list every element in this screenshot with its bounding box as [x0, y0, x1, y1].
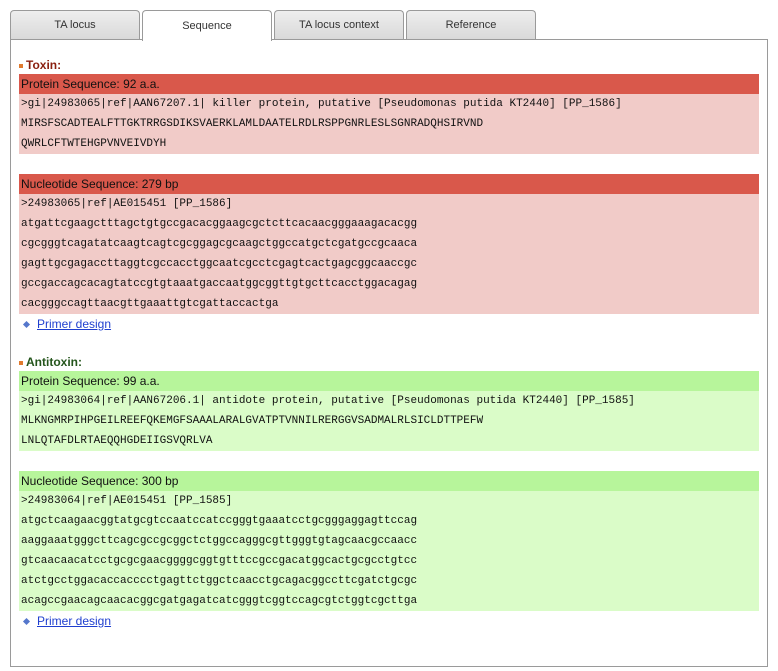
toxin-heading: Toxin:	[19, 57, 759, 74]
toxin-section: Toxin: Protein Sequence: 92 a.a. >gi|249…	[19, 57, 759, 334]
toxin-protein-header: Protein Sequence: 92 a.a.	[19, 74, 759, 94]
sequence-line: atgctcaagaacggtatgcgtccaatccatccgggtgaaa…	[21, 515, 418, 527]
sequence-line: aaggaaatgggcttcagcgccgcggctctggccagggcgt…	[21, 535, 418, 547]
sequence-line: MIRSFSCADTEALFTTGKTRRGSDIKSVAERKLAMLDAAT…	[21, 118, 484, 130]
bullet-icon	[19, 63, 23, 68]
toxin-primer-design-link[interactable]: Primer design	[37, 314, 111, 334]
antitoxin-section: Antitoxin: Protein Sequence: 99 a.a. >gi…	[19, 354, 759, 631]
diamond-bullet-icon	[22, 320, 31, 328]
tab-sequence[interactable]: Sequence	[142, 10, 272, 41]
tab-bar: TA locus Sequence TA locus context Refer…	[10, 10, 536, 41]
tab-ta-locus[interactable]: TA locus	[10, 10, 140, 39]
sequence-line: acagccgaacagcaacacggcgatgagatcatcgggtcgg…	[21, 595, 418, 607]
tab-ta-locus-context[interactable]: TA locus context	[274, 10, 404, 39]
sequence-line: atctgcctggacaccacccctgagttctggctcaacctgc…	[21, 575, 418, 587]
sequence-line: QWRLCFTWTEHGPVNVEIVDYH	[21, 138, 167, 150]
antitoxin-protein-sequence: >gi|24983064|ref|AAN67206.1| antidote pr…	[19, 391, 759, 451]
toxin-protein-sequence: >gi|24983065|ref|AAN67207.1| killer prot…	[19, 94, 759, 154]
bullet-icon	[19, 360, 23, 365]
sequence-panel: Toxin: Protein Sequence: 92 a.a. >gi|249…	[10, 39, 768, 667]
tab-reference[interactable]: Reference	[406, 10, 536, 39]
sequence-line: cgcgggtcagatatcaagtcagtcgcggagcgcaagctgg…	[21, 238, 418, 250]
toxin-primer-row: Primer design	[19, 314, 759, 334]
antitoxin-protein-header: Protein Sequence: 99 a.a.	[19, 371, 759, 391]
sequence-line: LNLQTAFDLRTAEQQHGDEIIGSVQRLVA	[21, 435, 213, 447]
toxin-title: Toxin:	[26, 58, 62, 72]
antitoxin-nucleotide-header: Nucleotide Sequence: 300 bp	[19, 471, 759, 491]
sequence-line: >gi|24983064|ref|AAN67206.1| antidote pr…	[21, 395, 635, 407]
antitoxin-primer-row: Primer design	[19, 611, 759, 631]
sequence-line: atgattcgaagctttagctgtgccgacacggaagcgctct…	[21, 218, 418, 230]
antitoxin-nucleotide-sequence: >24983064|ref|AE015451 [PP_1585] atgctca…	[19, 491, 759, 611]
sequence-line: >gi|24983065|ref|AAN67207.1| killer prot…	[21, 98, 622, 110]
diamond-bullet-icon	[22, 617, 31, 625]
antitoxin-title: Antitoxin:	[26, 355, 82, 369]
toxin-nucleotide-header: Nucleotide Sequence: 279 bp	[19, 174, 759, 194]
sequence-line: cacgggccagttaacgttgaaattgtcgattaccactga	[21, 298, 279, 310]
sequence-line: >24983064|ref|AE015451 [PP_1585]	[21, 495, 233, 507]
sequence-line: gccgaccagcacagtatccgtgtaaatgaccaatggcggt…	[21, 278, 418, 290]
antitoxin-heading: Antitoxin:	[19, 354, 759, 371]
antitoxin-primer-design-link[interactable]: Primer design	[37, 611, 111, 631]
sequence-line: MLKNGMRPIHPGEILREEFQKEMGFSAAALARALGVATPT…	[21, 415, 484, 427]
sequence-line: gtcaacaacatcctgcgcgaacggggcggtgtttccgccg…	[21, 555, 418, 567]
sequence-line: gagttgcgagaccttaggtcgccacctggcaatcgcctcg…	[21, 258, 418, 270]
toxin-nucleotide-sequence: >24983065|ref|AE015451 [PP_1586] atgattc…	[19, 194, 759, 314]
sequence-line: >24983065|ref|AE015451 [PP_1586]	[21, 198, 233, 210]
